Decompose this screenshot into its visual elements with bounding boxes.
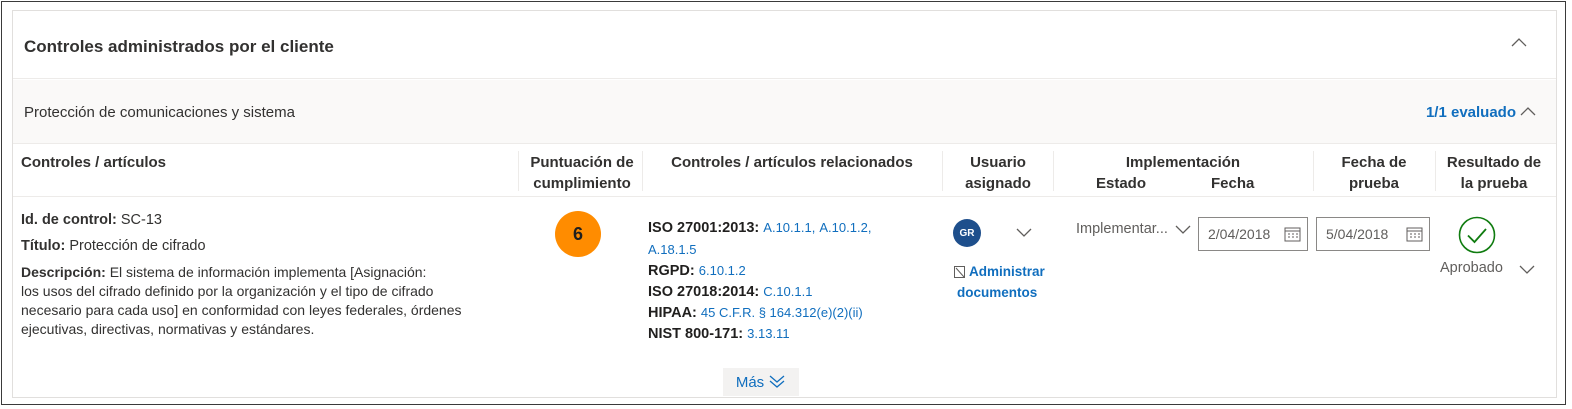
section-title: Protección de comunicaciones y sistema <box>24 104 295 121</box>
panel-title: Controles administrados por el cliente <box>24 37 334 56</box>
related-iso27001-label: ISO 27001:2013: <box>648 220 760 236</box>
desc-line-1: Descripción: El sistema de información i… <box>21 263 521 282</box>
control-title-value: Protección de cifrado <box>69 238 206 254</box>
col-header-implementation[interactable]: Implementación Estado Fecha <box>1053 152 1313 194</box>
col-header-user-line1: Usuario <box>970 154 1026 171</box>
double-chevron-down-icon <box>769 375 785 388</box>
implementation-status-value: Implementar... <box>1076 221 1168 237</box>
related-link-nist[interactable]: 3.13.11 <box>747 326 789 341</box>
col-header-controls[interactable]: Controles / artículos <box>21 152 166 173</box>
col-header-impl-date: Fecha <box>1211 175 1255 192</box>
related-link-hipaa[interactable]: 45 C.F.R. § 164.312(e)(2)(ii) <box>701 305 863 320</box>
implementation-date-input[interactable]: 2/04/2018 <box>1198 217 1308 251</box>
related-iso27001: ISO 27001:2013: A.10.1.1, A.10.1.2, <box>648 217 871 239</box>
desc-line-3: necesario para cada uso] en conformidad … <box>21 302 462 318</box>
manage-documents-label-2: documentos <box>957 285 1038 300</box>
related-hipaa-label: HIPAA: <box>648 305 697 321</box>
related-link-iso27018[interactable]: C.10.1.1 <box>763 284 812 299</box>
manage-documents-line1: Administrar <box>953 261 1063 282</box>
test-date-input[interactable]: 5/04/2018 <box>1316 217 1430 251</box>
evaluated-count: 1/1 evaluado <box>1425 104 1516 121</box>
col-header-score[interactable]: Puntuación de cumplimiento <box>522 152 642 194</box>
test-date-value: 5/04/2018 <box>1326 226 1389 242</box>
col-header-test-date-line1: Fecha de <box>1341 154 1407 171</box>
related-nist: NIST 800-171: 3.13.11 <box>648 323 790 345</box>
column-divider <box>518 151 519 191</box>
related-link-rgpd[interactable]: 6.10.1.2 <box>699 263 746 278</box>
control-title: Título: Protección de cifrado <box>21 238 206 254</box>
desc-line-2: los usos del cifrado definido por la org… <box>21 283 434 299</box>
col-header-score-line2: cumplimiento <box>533 175 631 192</box>
assigned-user-avatar[interactable]: GR <box>953 219 981 247</box>
col-header-test-result[interactable]: Resultado de la prueba <box>1435 152 1553 194</box>
control-description: Descripción: El sistema de información i… <box>21 263 521 339</box>
related-link-a18-1-5[interactable]: A.18.1.5 <box>648 242 696 257</box>
table-header: Controles / artículos Puntuación de cump… <box>13 145 1556 197</box>
related-iso27018: ISO 27018:2014: C.10.1.1 <box>648 281 812 303</box>
compliance-score-badge: 6 <box>555 211 601 257</box>
related-rgpd: RGPD: 6.10.1.2 <box>648 260 746 282</box>
assign-user-chevron-down-icon[interactable] <box>1016 228 1032 238</box>
control-id-value: SC-13 <box>120 212 162 228</box>
related-hipaa: HIPAA: 45 C.F.R. § 164.312(e)(2)(ii) <box>648 302 863 324</box>
test-result-dropdown[interactable]: Aprobado <box>1440 260 1503 276</box>
desc-text-1: El sistema de información implementa [As… <box>109 264 427 280</box>
calendar-icon[interactable] <box>1406 226 1423 242</box>
control-id: Id. de control: SC-13 <box>21 212 162 228</box>
desc-line-4: ejecutivas, directivas, normativas y est… <box>21 321 315 337</box>
collapse-panel-chevron-up-icon[interactable] <box>1511 36 1527 48</box>
show-more-button[interactable]: Más <box>723 368 799 396</box>
customer-controls-panel: Controles administrados por el cliente P… <box>12 10 1557 398</box>
link-separator: , <box>867 220 872 235</box>
link-separator: , <box>811 220 816 235</box>
manage-documents-label-1: Administrar <box>969 264 1045 279</box>
related-link-a10-1-1[interactable]: A.10.1.1 <box>763 220 811 235</box>
col-header-impl-title: Implementación <box>1125 154 1241 171</box>
col-header-test-date[interactable]: Fecha de prueba <box>1313 152 1435 194</box>
col-header-impl-sub: Estado Fecha <box>1053 173 1313 194</box>
related-iso27018-label: ISO 27018:2014: <box>648 284 760 300</box>
control-id-label: Id. de control: <box>21 212 117 228</box>
implementation-status-dropdown[interactable]: Implementar... <box>1076 221 1168 237</box>
window-frame: Controles administrados por el cliente P… <box>1 1 1566 405</box>
panel-header: Controles administrados por el cliente <box>13 11 1556 79</box>
related-link-a10-1-2[interactable]: A.10.1.2 <box>819 220 867 235</box>
document-icon <box>954 265 965 278</box>
manage-documents-link[interactable]: Administrar documentos <box>953 261 1063 303</box>
col-header-related[interactable]: Controles / artículos relacionados <box>642 152 942 173</box>
show-more-label: Más <box>735 373 765 391</box>
col-header-score-line1: Puntuación de <box>530 154 634 171</box>
collapse-section-chevron-up-icon[interactable] <box>1520 105 1536 117</box>
implementation-status-chevron-down-icon[interactable] <box>1175 225 1191 235</box>
control-description-label: Descripción: <box>21 264 106 280</box>
col-header-test-date-line2: prueba <box>1348 175 1399 192</box>
control-title-label: Título: <box>21 238 66 254</box>
related-iso27001-cont: A.18.1.5 <box>648 239 696 261</box>
section-header[interactable]: Protección de comunicaciones y sistema 1… <box>13 80 1556 144</box>
col-header-user-line2: asignado <box>965 175 1031 192</box>
calendar-icon[interactable] <box>1284 226 1301 242</box>
related-rgpd-label: RGPD: <box>648 263 695 279</box>
implementation-date-value: 2/04/2018 <box>1208 226 1271 242</box>
related-nist-label: NIST 800-171: <box>648 326 744 342</box>
passed-check-icon <box>1458 216 1496 254</box>
control-row: Id. de control: SC-13 Título: Protección… <box>13 197 1556 367</box>
test-result-chevron-down-icon[interactable] <box>1519 265 1535 275</box>
col-header-test-result-line1: Resultado de <box>1446 154 1542 171</box>
col-header-test-result-line2: la prueba <box>1460 175 1528 192</box>
test-result-value: Aprobado <box>1440 260 1503 276</box>
col-header-impl-state: Estado <box>1096 175 1147 192</box>
col-header-user[interactable]: Usuario asignado <box>943 152 1053 194</box>
